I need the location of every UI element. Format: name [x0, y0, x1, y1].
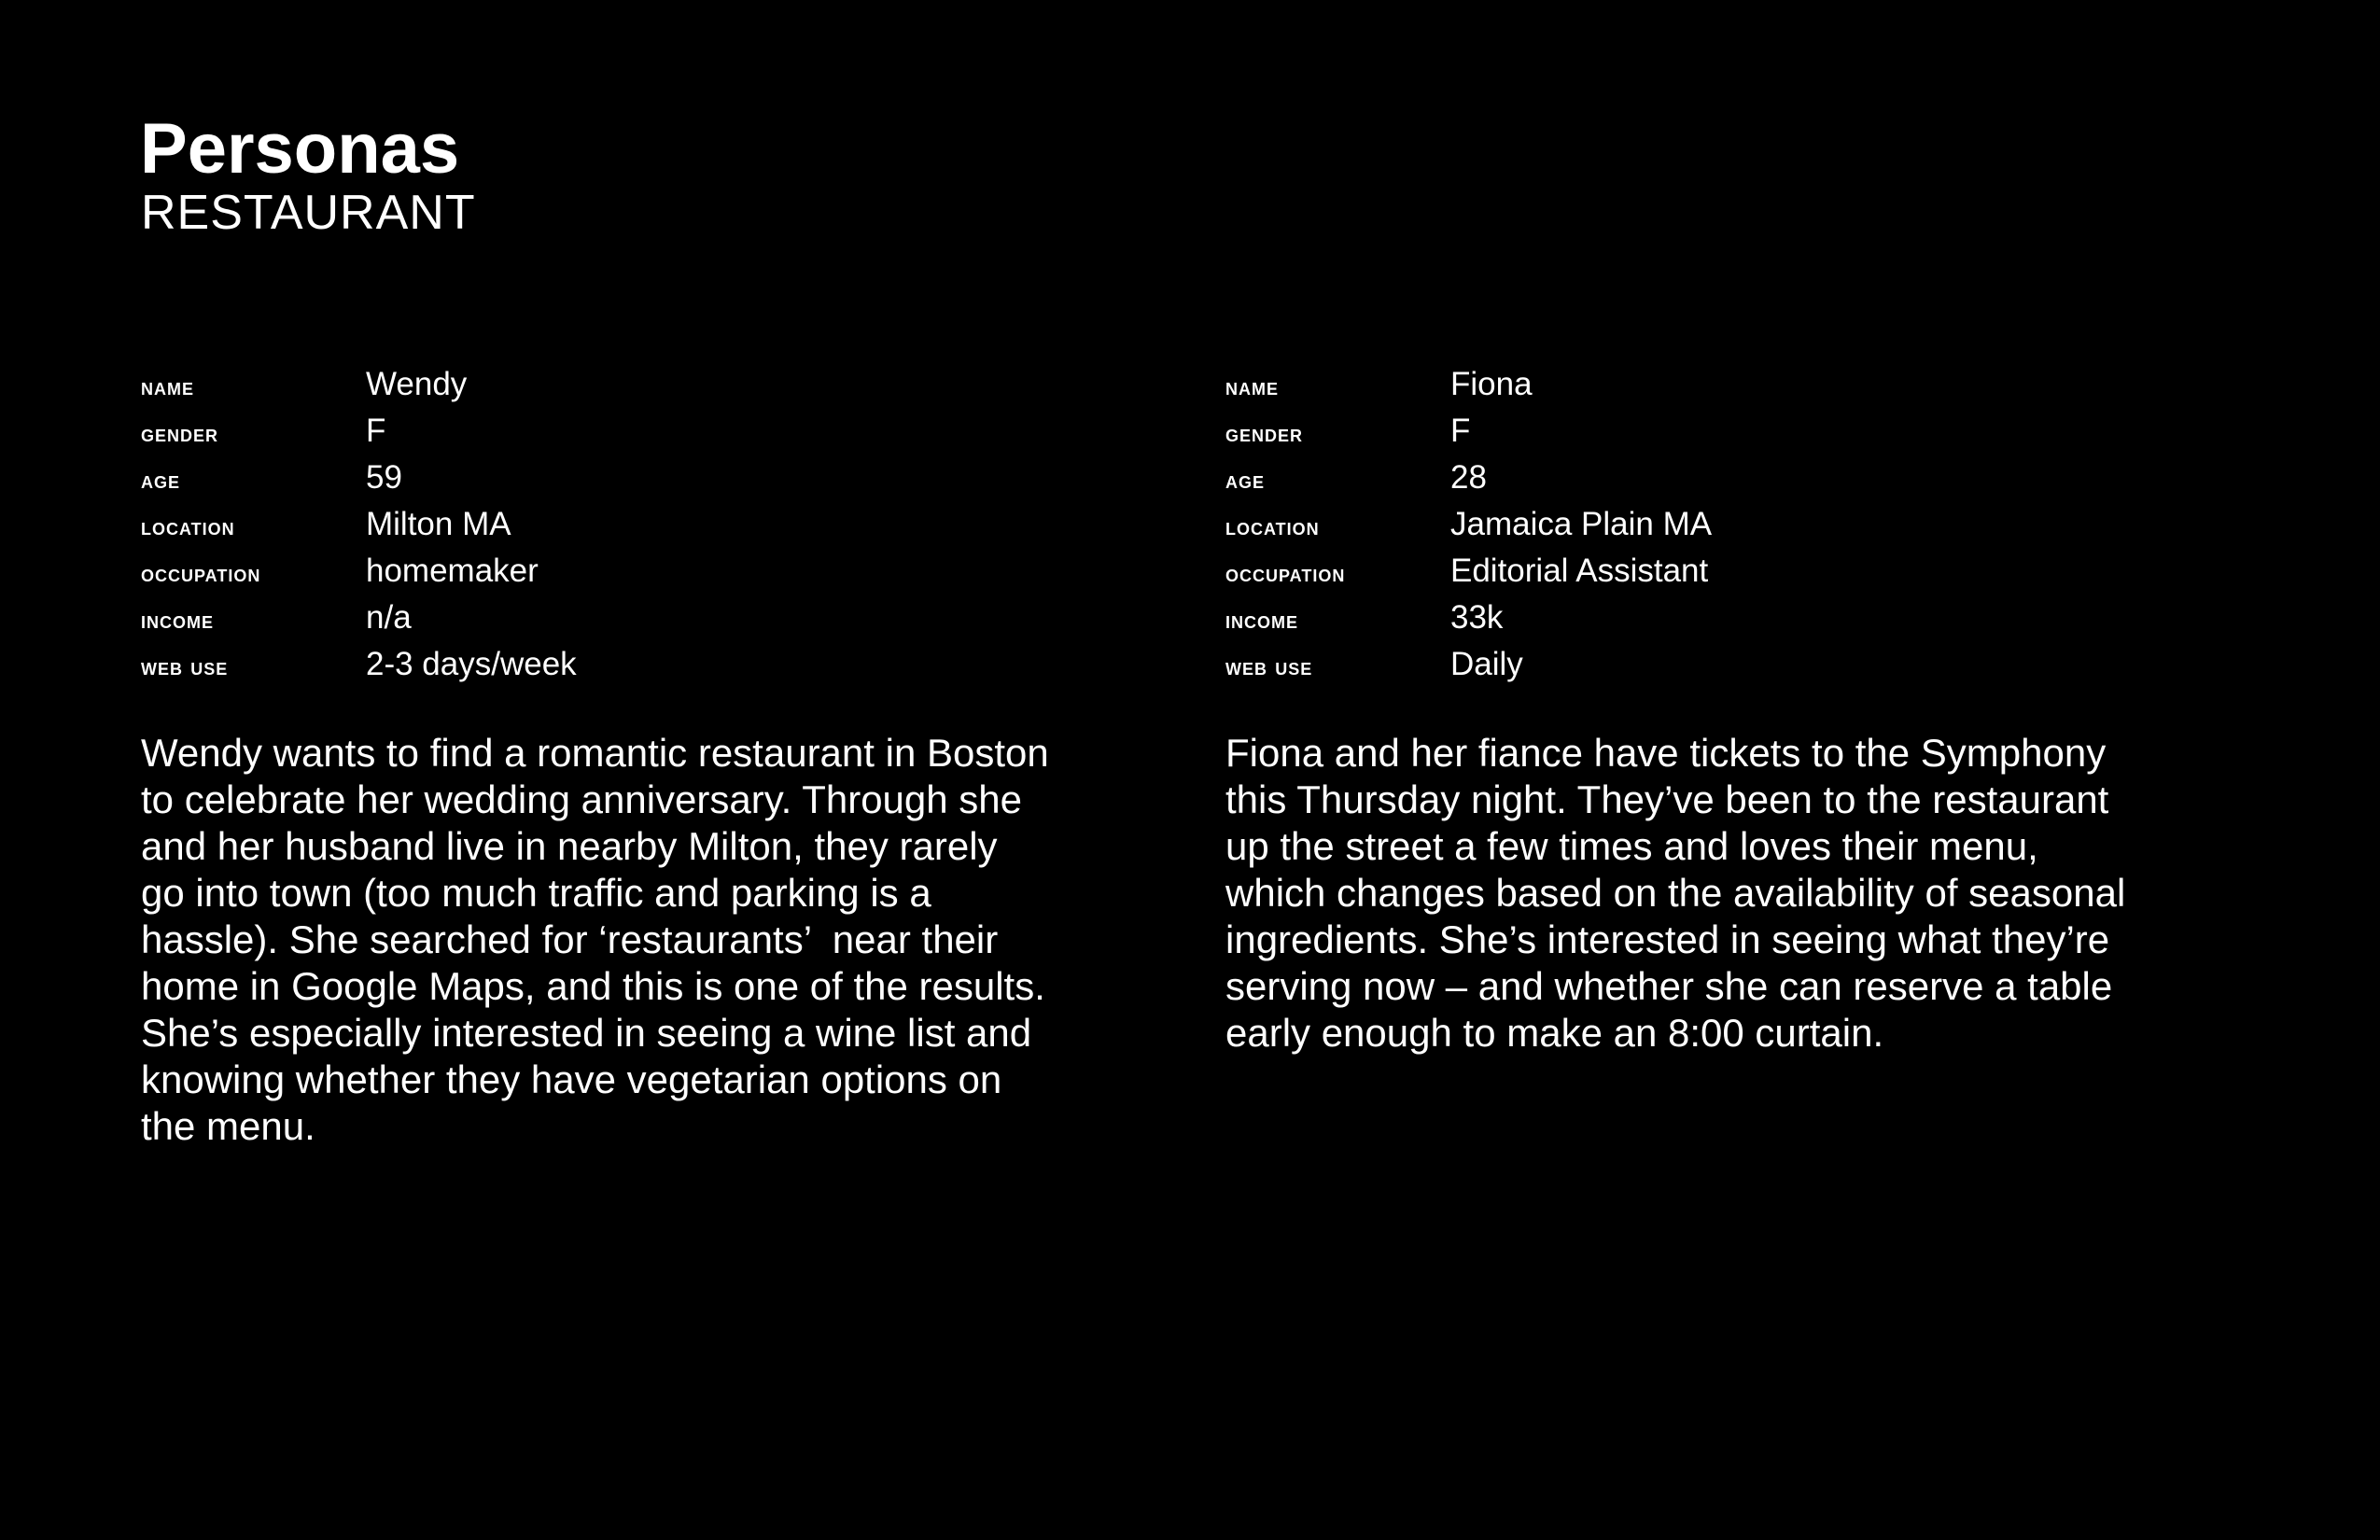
name-value: Fiona — [1450, 366, 1533, 402]
income-value: n/a — [366, 599, 412, 636]
age-label: AGE — [1225, 466, 1266, 494]
web-use-value: 2-3 days/week — [366, 646, 577, 682]
gender-label: GENDER — [1225, 419, 1304, 447]
occupation-label: OCCUPATION — [141, 559, 261, 587]
page-title: Personas — [140, 109, 460, 189]
occupation-value: homemaker — [366, 553, 539, 589]
web-use-label: WEB USE — [1225, 652, 1313, 680]
gender-label: GENDER — [141, 419, 219, 447]
persona-bio: Fiona and her fiance have tickets to the… — [1225, 731, 2126, 1055]
gender-value: F — [366, 413, 386, 449]
attribute-row-web-use: WEB USE Daily — [1225, 646, 2252, 693]
attribute-row-gender: GENDER F — [141, 413, 1168, 459]
persona-bio: Wendy wants to find a romantic restauran… — [141, 731, 1049, 1148]
attribute-row-location: LOCATION Jamaica Plain MA — [1225, 506, 2252, 553]
attribute-row-age: AGE 59 — [141, 459, 1168, 506]
attribute-row-occupation: OCCUPATION Editorial Assistant — [1225, 553, 2252, 599]
location-label: LOCATION — [1225, 512, 1320, 540]
web-use-label: WEB USE — [141, 652, 229, 680]
age-value: 28 — [1450, 459, 1487, 496]
occupation-label: OCCUPATION — [1225, 559, 1346, 587]
location-value: Milton MA — [366, 506, 511, 542]
attribute-row-income: INCOME 33k — [1225, 599, 2252, 646]
location-value: Jamaica Plain MA — [1450, 506, 1713, 542]
attribute-row-income: INCOME n/a — [141, 599, 1168, 646]
page-subtitle: RESTAURANT — [141, 186, 476, 240]
gender-value: F — [1450, 413, 1471, 449]
attribute-row-location: LOCATION Milton MA — [141, 506, 1168, 553]
income-label: INCOME — [141, 606, 214, 634]
occupation-value: Editorial Assistant — [1450, 553, 1709, 589]
attribute-row-name: NAME Fiona — [1225, 366, 2252, 413]
age-value: 59 — [366, 459, 402, 496]
name-value: Wendy — [366, 366, 468, 402]
attribute-row-name: NAME Wendy — [141, 366, 1168, 413]
attribute-row-occupation: OCCUPATION homemaker — [141, 553, 1168, 599]
age-label: AGE — [141, 466, 181, 494]
attribute-row-age: AGE 28 — [1225, 459, 2252, 506]
name-label: NAME — [141, 372, 194, 400]
income-label: INCOME — [1225, 606, 1298, 634]
persona-card-fiona: NAME Fiona GENDER F AGE 28 LOCATION Jama… — [1225, 366, 2252, 1057]
name-label: NAME — [1225, 372, 1279, 400]
attribute-row-web-use: WEB USE 2-3 days/week — [141, 646, 1168, 693]
location-label: LOCATION — [141, 512, 235, 540]
attribute-row-gender: GENDER F — [1225, 413, 2252, 459]
persona-card-wendy: NAME Wendy GENDER F AGE 59 LOCATION Milt… — [141, 366, 1168, 1150]
web-use-value: Daily — [1450, 646, 1523, 682]
income-value: 33k — [1450, 599, 1504, 636]
